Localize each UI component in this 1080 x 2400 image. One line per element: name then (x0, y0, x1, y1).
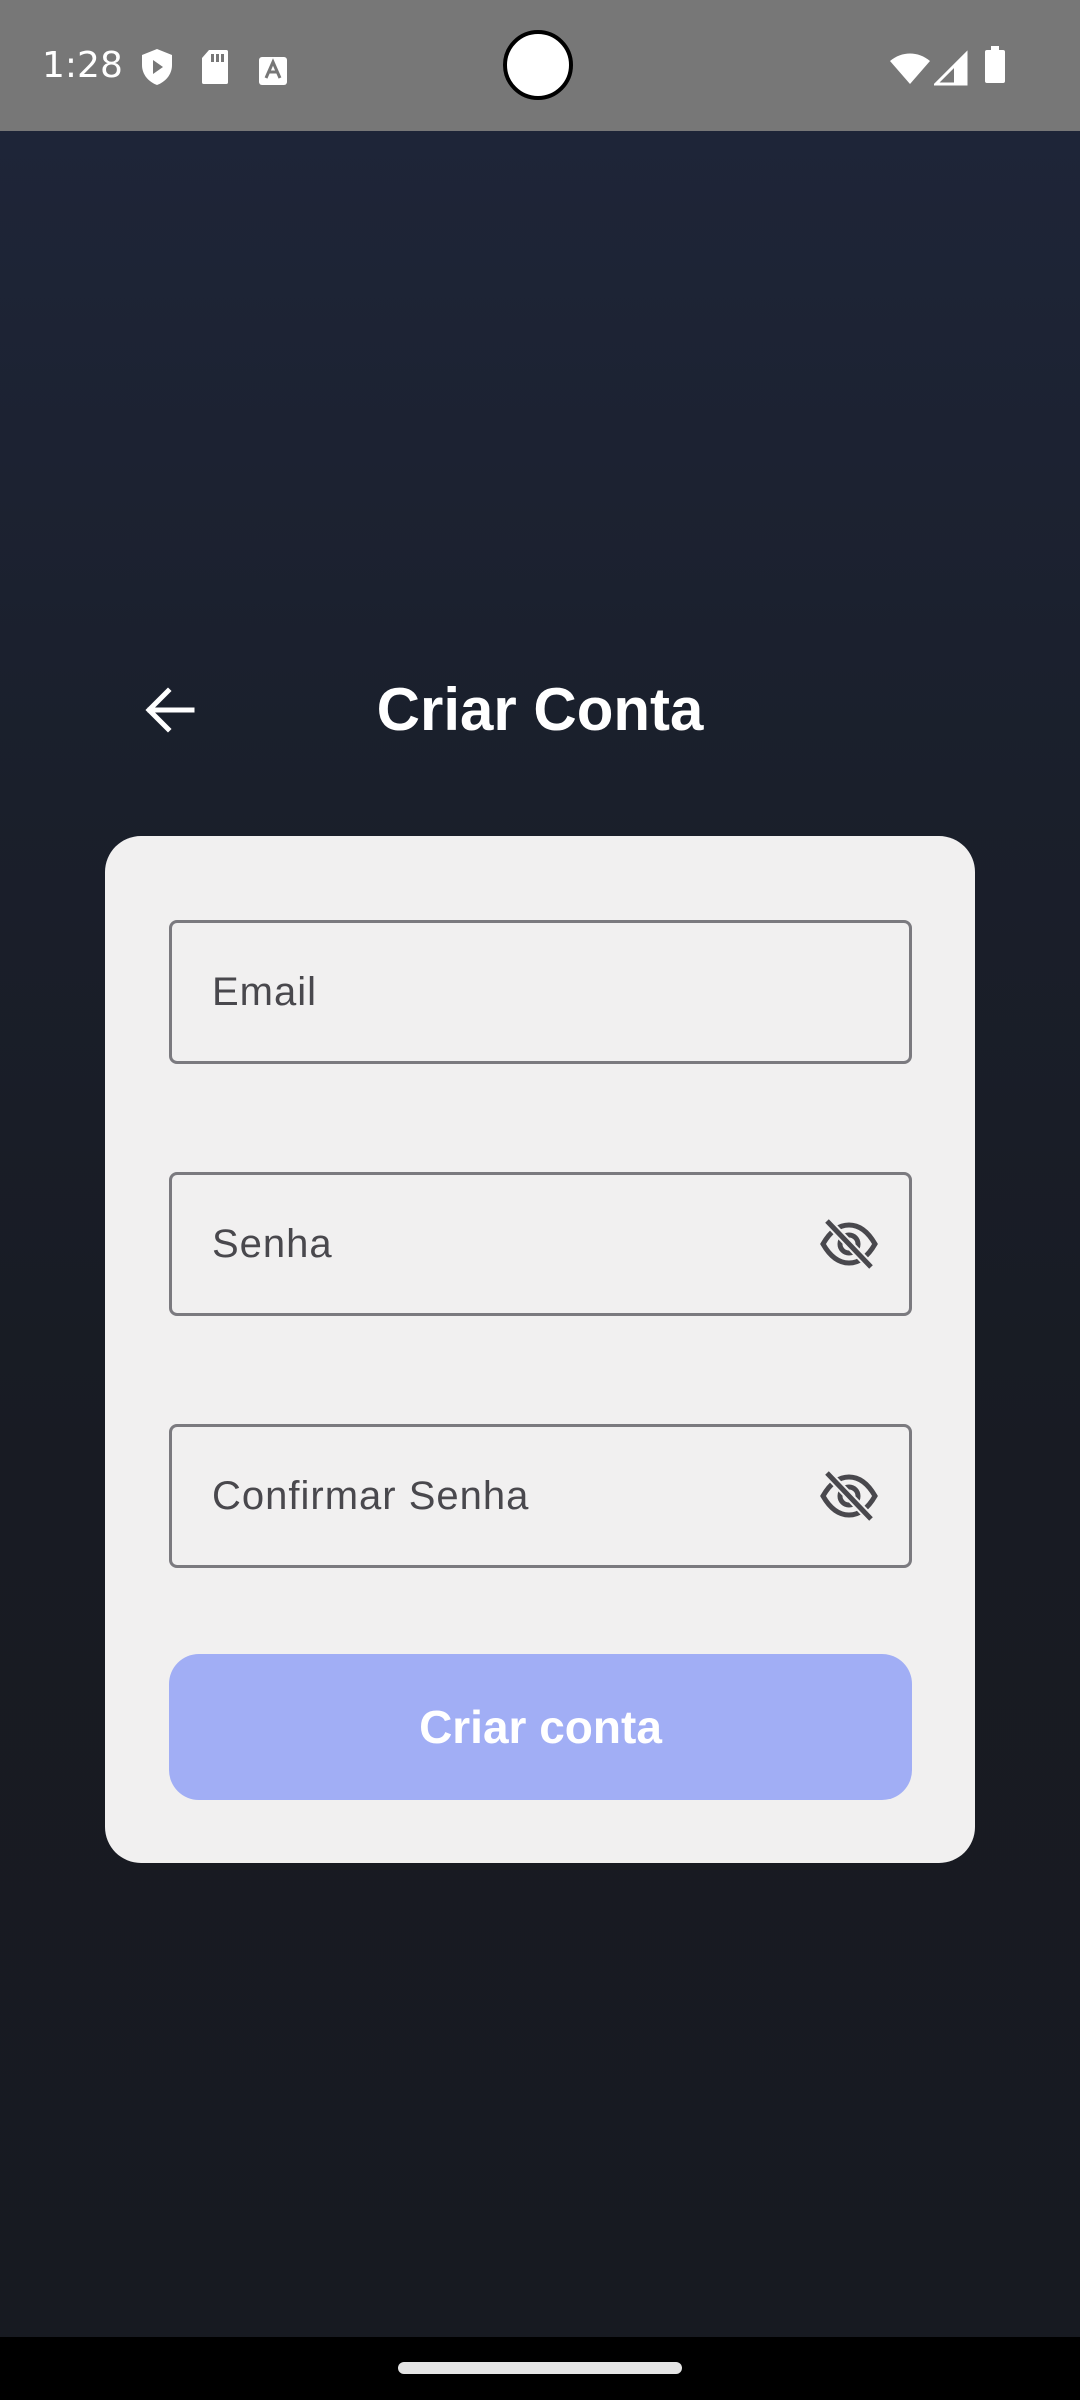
eye-off-icon[interactable] (819, 1217, 879, 1271)
back-button[interactable] (130, 678, 210, 742)
app-screen: 1:28 Criar Conta Email Senha Confirmar S… (0, 0, 1080, 2400)
email-label: Email (212, 970, 318, 1014)
text-a-icon (259, 57, 287, 85)
signup-card: Email Senha Confirmar Senha Criar conta (105, 836, 975, 1863)
wifi-icon (890, 53, 930, 84)
shield-icon (142, 49, 172, 85)
arrow-left-icon (145, 687, 195, 733)
email-field[interactable]: Email (169, 920, 912, 1064)
eye-off-icon[interactable] (819, 1469, 879, 1523)
confirm-password-field[interactable]: Confirmar Senha (169, 1424, 912, 1568)
battery-icon (985, 46, 1005, 83)
header: Criar Conta (0, 660, 1080, 760)
status-bar: 1:28 (0, 0, 1080, 131)
home-indicator[interactable] (398, 2362, 682, 2374)
sd-card-icon (202, 50, 228, 84)
signal-icon (934, 50, 968, 86)
camera-cutout (503, 30, 573, 100)
create-account-button[interactable]: Criar conta (169, 1654, 912, 1800)
password-label: Senha (212, 1222, 333, 1266)
status-time: 1:28 (42, 45, 123, 86)
password-field[interactable]: Senha (169, 1172, 912, 1316)
confirm-password-label: Confirmar Senha (212, 1474, 530, 1518)
